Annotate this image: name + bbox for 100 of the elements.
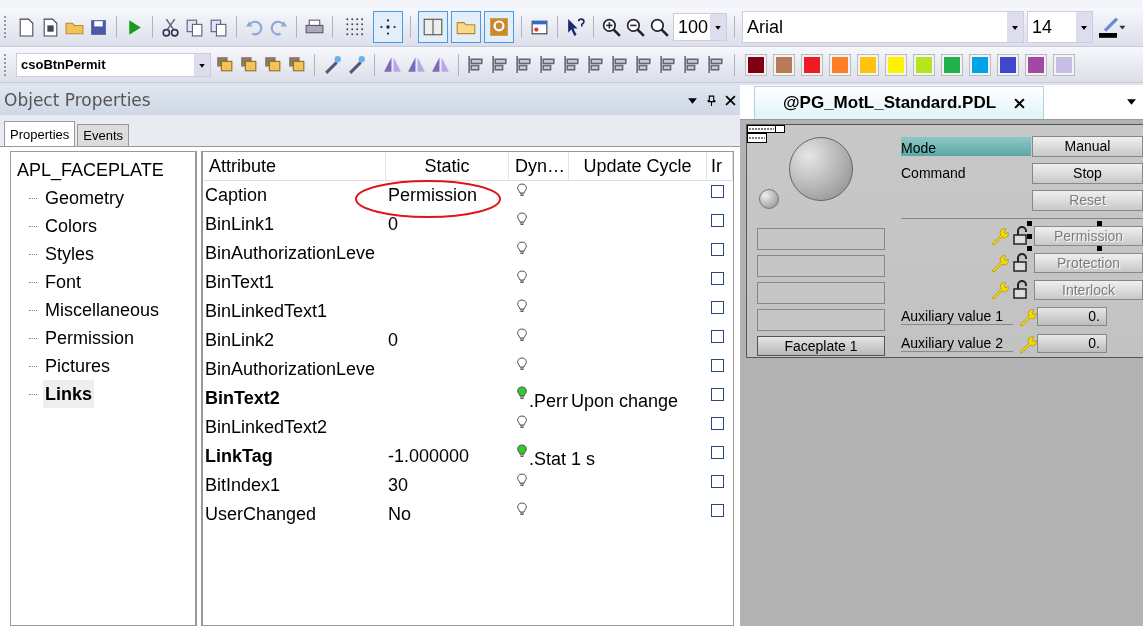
indirect-checkbox[interactable]: [711, 359, 724, 372]
bulb-icon[interactable]: [517, 270, 527, 284]
bulb-icon[interactable]: [517, 183, 527, 197]
indirect-checkbox[interactable]: [711, 475, 724, 488]
update-cycle: Upon change: [571, 390, 679, 413]
tree-item[interactable]: Miscellaneous: [43, 296, 162, 324]
panel-tab[interactable]: Properties: [4, 121, 76, 146]
object-combo[interactable]: csoBtnPermit: [16, 52, 211, 77]
attribute-cell-text: BinAuthorizationLeve: [204, 358, 377, 381]
color-swatch[interactable]: [969, 53, 991, 76]
column-header[interactable]: Update Cycle: [569, 152, 707, 180]
indirect-checkbox[interactable]: [711, 185, 724, 198]
indirect-checkbox[interactable]: [711, 504, 724, 517]
toggle-panel-button[interactable]: [418, 11, 448, 43]
value-field[interactable]: 0.: [1037, 334, 1107, 354]
attribute-cell-text: BinText1: [204, 271, 276, 294]
static-value: 0: [388, 213, 398, 236]
toggle-sparkle-button[interactable]: [373, 11, 403, 43]
column-header[interactable]: Dyn…: [509, 152, 569, 180]
dynamic-tag: .Stat: [529, 442, 569, 476]
status-marks-icon: [747, 125, 785, 145]
color-swatch[interactable]: [913, 53, 935, 76]
color-swatch[interactable]: [745, 53, 767, 76]
bulb-icon[interactable]: [517, 415, 527, 429]
attribute-cell-text: Caption: [204, 184, 269, 207]
static-value: -1.000000: [388, 445, 470, 468]
tree-item[interactable]: Colors: [43, 212, 99, 240]
color-swatch[interactable]: [773, 53, 795, 76]
color-swatch[interactable]: [1025, 53, 1047, 76]
indirect-checkbox[interactable]: [711, 301, 724, 314]
bulb-icon[interactable]: [517, 212, 527, 226]
command-button[interactable]: Stop: [1032, 162, 1143, 184]
color-swatch[interactable]: [801, 53, 823, 76]
static-value: No: [388, 503, 411, 526]
static-value: Permission: [388, 184, 478, 207]
sparkle-icon: [377, 16, 399, 38]
tree-item[interactable]: Font: [43, 268, 84, 296]
indirect-checkbox[interactable]: [711, 388, 724, 401]
auxiliary-label: Auxiliary value 1: [901, 308, 1013, 326]
help-cursor-icon[interactable]: [565, 16, 586, 38]
color-swatch[interactable]: [1053, 53, 1075, 76]
bulb-icon[interactable]: [517, 328, 527, 342]
attribute-cell-text: BinLinkedText1: [204, 300, 329, 323]
scissors-icon[interactable]: [160, 16, 181, 38]
indirect-checkbox[interactable]: [711, 214, 724, 227]
indirect-checkbox[interactable]: [711, 330, 724, 343]
document-title: @PG_MotL_Standard.PDL: [783, 93, 997, 113]
tree-item[interactable]: Permission: [43, 324, 137, 352]
small-circle: [759, 189, 779, 209]
wrench-icon: [989, 279, 1009, 300]
zoom-fit-icon[interactable]: [649, 16, 670, 38]
tree-root[interactable]: APL_FACEPLATE: [17, 156, 195, 184]
toggle-folder-button[interactable]: [451, 11, 481, 43]
color-swatch[interactable]: [997, 53, 1019, 76]
eyedropper-icon[interactable]: [322, 54, 343, 75]
faceplate-button[interactable]: Faceplate 1: [757, 336, 885, 356]
color-swatch[interactable]: [829, 53, 851, 76]
document-tab[interactable]: @PG_MotL_Standard.PDL: [754, 86, 1045, 119]
bulb-icon[interactable]: [517, 357, 527, 371]
mode-button[interactable]: Manual: [1032, 135, 1143, 157]
wrench-icon: [989, 226, 1009, 247]
auxiliary-label: Auxiliary value 2: [901, 335, 1013, 353]
panel-icon: [422, 16, 444, 38]
indirect-checkbox[interactable]: [711, 243, 724, 256]
lit-bulb-icon[interactable]: [517, 444, 527, 458]
close-icon[interactable]: [725, 94, 736, 106]
zoom-combo[interactable]: 100: [673, 13, 727, 41]
color-swatch[interactable]: [885, 53, 907, 76]
tree-item[interactable]: Links: [43, 380, 94, 408]
pen-color-icon[interactable]: [1096, 15, 1126, 39]
panel-tab[interactable]: Events: [77, 124, 129, 146]
indirect-checkbox[interactable]: [711, 272, 724, 285]
color-swatch[interactable]: [941, 53, 963, 76]
command-label: Command: [901, 165, 967, 182]
wrench-icon: [989, 252, 1009, 273]
column-header[interactable]: Static: [386, 152, 509, 180]
value-field[interactable]: 0.: [1037, 307, 1107, 327]
indirect-checkbox[interactable]: [711, 417, 724, 430]
font-combo[interactable]: Arial: [742, 11, 1024, 43]
close-icon[interactable]: [1014, 97, 1026, 109]
zoom-in-icon[interactable]: [601, 16, 622, 38]
bulb-icon[interactable]: [517, 473, 527, 487]
font-size-combo[interactable]: 14: [1027, 11, 1093, 43]
eyedropper-icon[interactable]: [346, 54, 367, 75]
bulb-icon[interactable]: [517, 502, 527, 516]
lit-bulb-icon[interactable]: [517, 386, 527, 400]
zoom-out-icon[interactable]: [625, 16, 646, 38]
tree-item[interactable]: Styles: [43, 240, 97, 268]
color-swatch[interactable]: [857, 53, 879, 76]
bulb-icon[interactable]: [517, 299, 527, 313]
attribute-cell-text: UserChanged: [204, 503, 318, 526]
indirect-checkbox[interactable]: [711, 446, 724, 459]
column-header[interactable]: Attribute: [203, 152, 386, 180]
tree-item[interactable]: Geometry: [43, 184, 127, 212]
toggle-gear-button[interactable]: [484, 11, 514, 43]
dropdown-icon[interactable]: [1126, 96, 1137, 107]
tree-item[interactable]: Pictures: [43, 352, 113, 380]
bulb-icon[interactable]: [517, 241, 527, 255]
pin-icon[interactable]: [706, 94, 717, 106]
column-header[interactable]: Ir: [707, 152, 733, 180]
